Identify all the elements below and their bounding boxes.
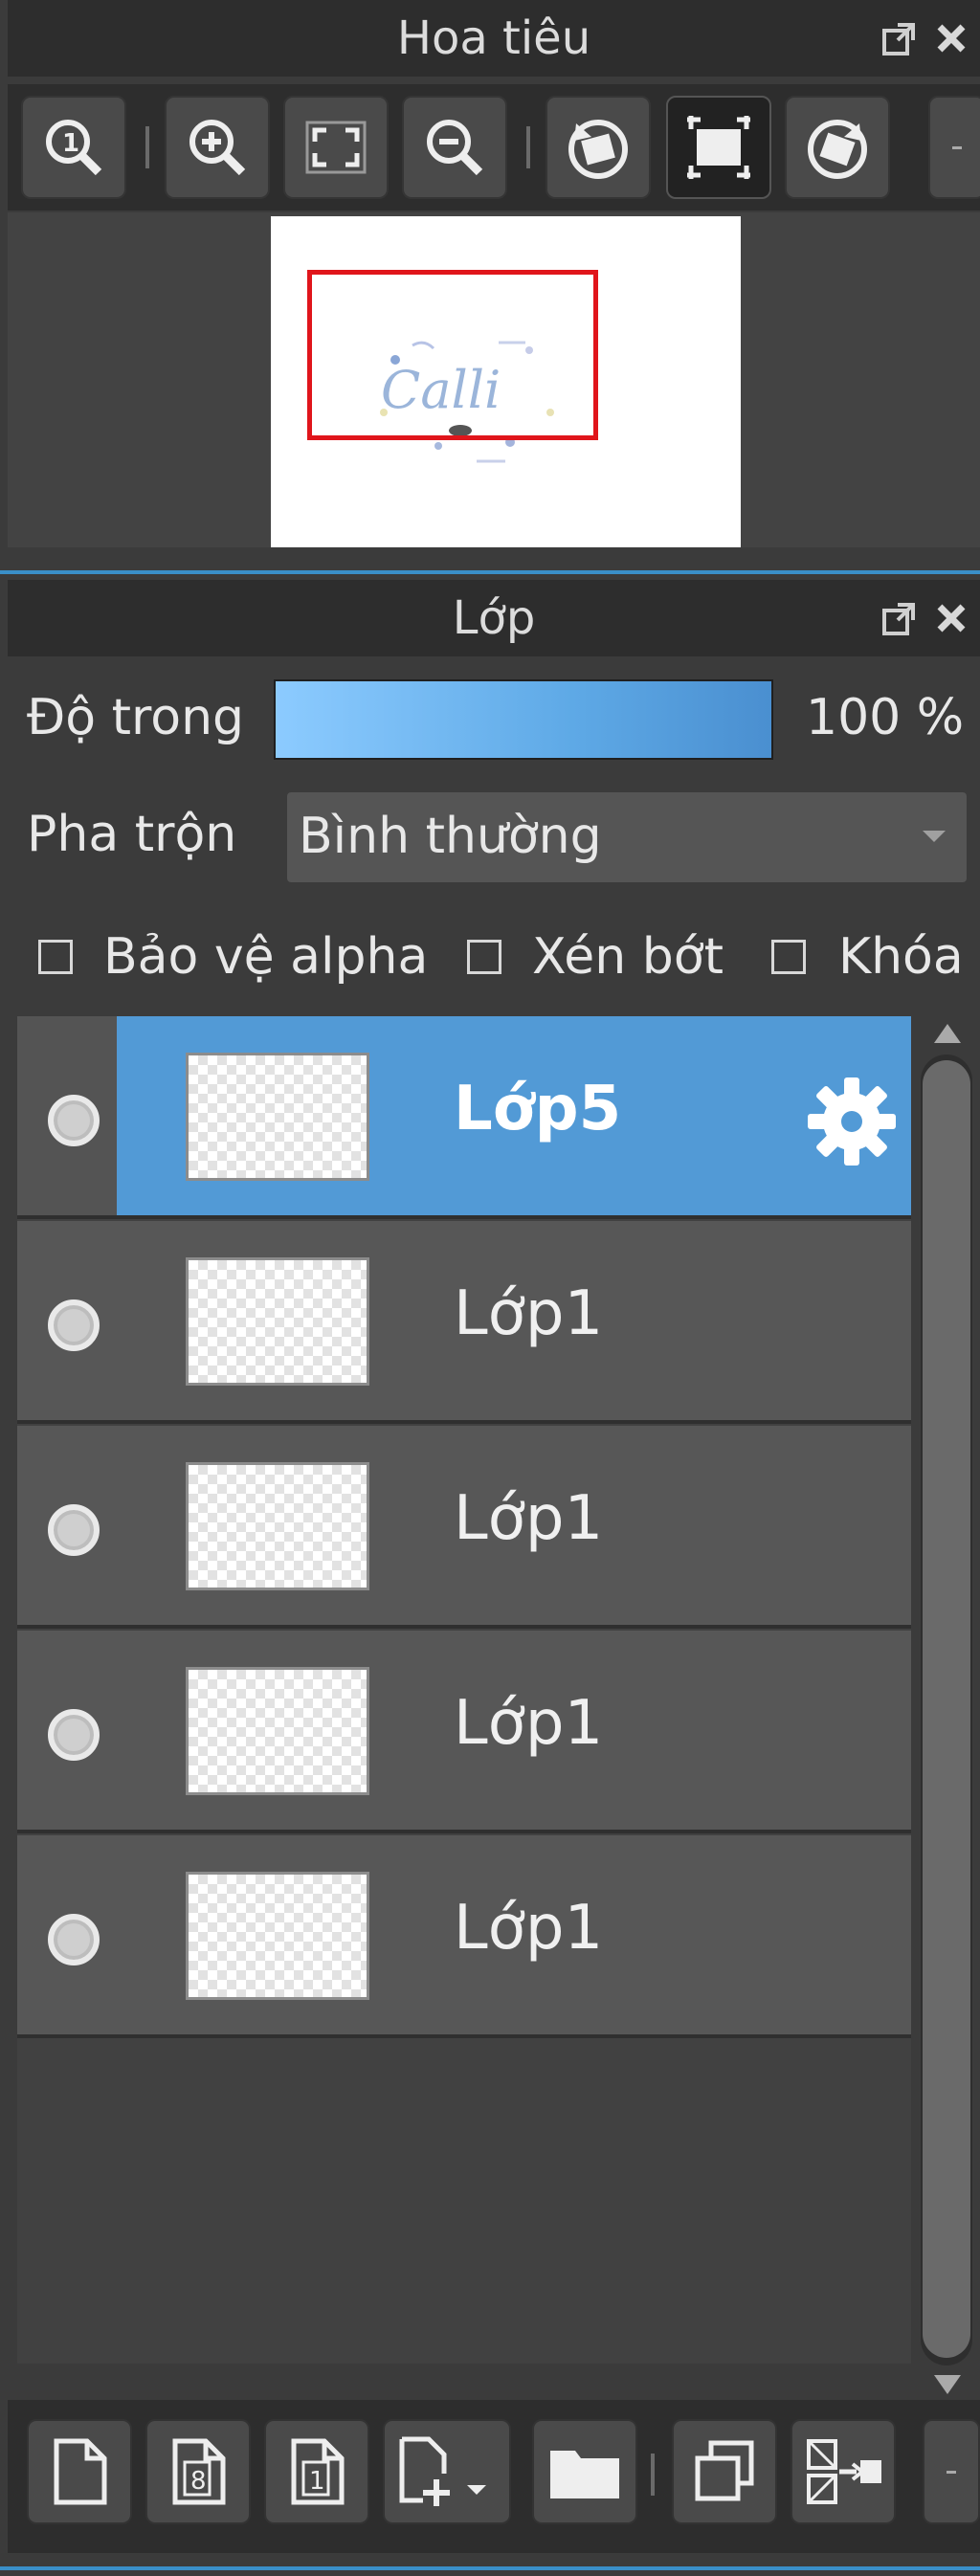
bottom-divider: [0, 2566, 980, 2570]
add-layer-dropdown-button[interactable]: [383, 2419, 511, 2524]
new-folder-button[interactable]: [532, 2419, 637, 2524]
close-icon[interactable]: [932, 19, 970, 57]
scroll-down-icon[interactable]: [934, 2375, 961, 2394]
new-1bit-layer-button[interactable]: 1: [264, 2419, 369, 2524]
toolbar-separator: [526, 126, 530, 168]
merge-layer-button[interactable]: [791, 2419, 896, 2524]
duplicate-layer-icon: [695, 2440, 754, 2501]
layer-name: Lớp1: [454, 1483, 604, 1554]
new-layer-icon: [54, 2438, 107, 2505]
visibility-toggle[interactable]: [48, 1914, 100, 1965]
undock-icon[interactable]: [880, 599, 919, 637]
blend-mode-label: Pha trộn: [27, 806, 237, 863]
layer-row[interactable]: Lớp1: [17, 1835, 911, 2038]
fit-canvas-button[interactable]: [666, 96, 771, 199]
layer-name: Lớp1: [454, 1893, 604, 1964]
new-layer-button[interactable]: [27, 2419, 132, 2524]
opacity-label: Độ trong: [27, 689, 245, 746]
toolbar-separator: [651, 2454, 655, 2496]
zoom-out-icon: [427, 120, 483, 176]
layer-row[interactable]: Lớp1: [17, 1221, 911, 1424]
fit-screen-icon: [305, 121, 367, 174]
new-8bit-layer-icon: 8: [172, 2438, 226, 2505]
opacity-value: 100 %: [806, 689, 965, 746]
lock-label[interactable]: Khóa: [838, 928, 964, 986]
zoom-actual-button[interactable]: 1: [21, 96, 126, 199]
lock-checkbox[interactable]: [771, 940, 806, 974]
layer-thumbnail: [186, 1053, 369, 1181]
toolbar-overflow-button[interactable]: [923, 2419, 980, 2524]
layers-title: Lớp: [452, 591, 536, 645]
layers-header: Lớp: [8, 580, 980, 656]
navigator-preview[interactable]: Calli: [8, 212, 980, 547]
chevron-down-icon: [923, 831, 946, 842]
opacity-slider[interactable]: [274, 679, 773, 760]
layer-name: Lớp5: [454, 1074, 622, 1144]
add-layer-dropdown-icon: [399, 2436, 486, 2506]
svg-text:1: 1: [62, 129, 79, 158]
visibility-toggle[interactable]: [48, 1504, 100, 1556]
overflow-icon: [952, 145, 962, 149]
new-8bit-label: 8: [190, 2467, 207, 2496]
preview-artwork-text: Calli: [381, 360, 501, 420]
layer-thumbnail: [186, 1872, 369, 2000]
fit-screen-button[interactable]: [283, 96, 389, 199]
new-1bit-label: 1: [309, 2467, 325, 2496]
close-icon[interactable]: [932, 599, 970, 637]
layer-thumbnail: [186, 1667, 369, 1795]
zoom-out-button[interactable]: [402, 96, 507, 199]
navigator-title: Hoa tiêu: [396, 11, 591, 65]
rotate-left-button[interactable]: [546, 96, 651, 199]
layer-scrollbar[interactable]: [919, 1016, 976, 2411]
protect-alpha-checkbox[interactable]: [38, 940, 73, 974]
panel-divider[interactable]: [0, 570, 980, 574]
visibility-toggle[interactable]: [48, 1095, 100, 1146]
gear-icon[interactable]: [804, 1074, 900, 1169]
layer-toolbar: 8 1: [8, 2400, 980, 2553]
duplicate-layer-button[interactable]: [672, 2419, 777, 2524]
preview-canvas: Calli: [271, 216, 741, 547]
rotate-left-icon: [568, 120, 628, 179]
new-1bit-layer-icon: 1: [291, 2438, 345, 2505]
zoom-in-icon: [189, 120, 246, 176]
layer-list[interactable]: Lớp5 Lớp1 Lớp1 Lớp1 Lớp1: [17, 1016, 911, 2364]
folder-icon: [550, 2451, 619, 2498]
blend-mode-select[interactable]: Bình thường: [287, 792, 967, 882]
clipping-label[interactable]: Xén bớt: [532, 928, 724, 986]
toolbar-overflow-button[interactable]: [928, 96, 980, 199]
zoom-actual-icon: 1: [46, 120, 102, 176]
undock-icon[interactable]: [880, 19, 919, 57]
fit-canvas-icon: [687, 116, 750, 179]
blend-mode-value: Bình thường: [299, 808, 602, 865]
merge-layer-icon: [807, 2439, 881, 2504]
new-8bit-layer-button[interactable]: 8: [145, 2419, 251, 2524]
rotate-right-icon: [808, 120, 867, 179]
layer-thumbnail: [186, 1257, 369, 1386]
scroll-up-icon[interactable]: [934, 1024, 961, 1043]
toolbar-separator: [145, 126, 149, 168]
zoom-in-button[interactable]: [165, 96, 270, 199]
visibility-toggle[interactable]: [48, 1709, 100, 1761]
layer-row[interactable]: Lớp1: [17, 1426, 911, 1629]
layer-row[interactable]: Lớp5: [17, 1016, 911, 1219]
scroll-thumb[interactable]: [923, 1060, 970, 2358]
overflow-icon: [947, 2470, 956, 2474]
rotate-right-button[interactable]: [785, 96, 890, 199]
layer-name: Lớp1: [454, 1278, 604, 1349]
layer-row[interactable]: Lớp1: [17, 1631, 911, 1833]
clipping-checkbox[interactable]: [467, 940, 501, 974]
layer-thumbnail: [186, 1462, 369, 1590]
protect-alpha-label[interactable]: Bảo vệ alpha: [103, 928, 428, 986]
visibility-toggle[interactable]: [48, 1299, 100, 1351]
navigator-header: Hoa tiêu: [8, 0, 980, 77]
layer-name: Lớp1: [454, 1688, 604, 1759]
navigator-toolbar: 1: [8, 84, 980, 211]
